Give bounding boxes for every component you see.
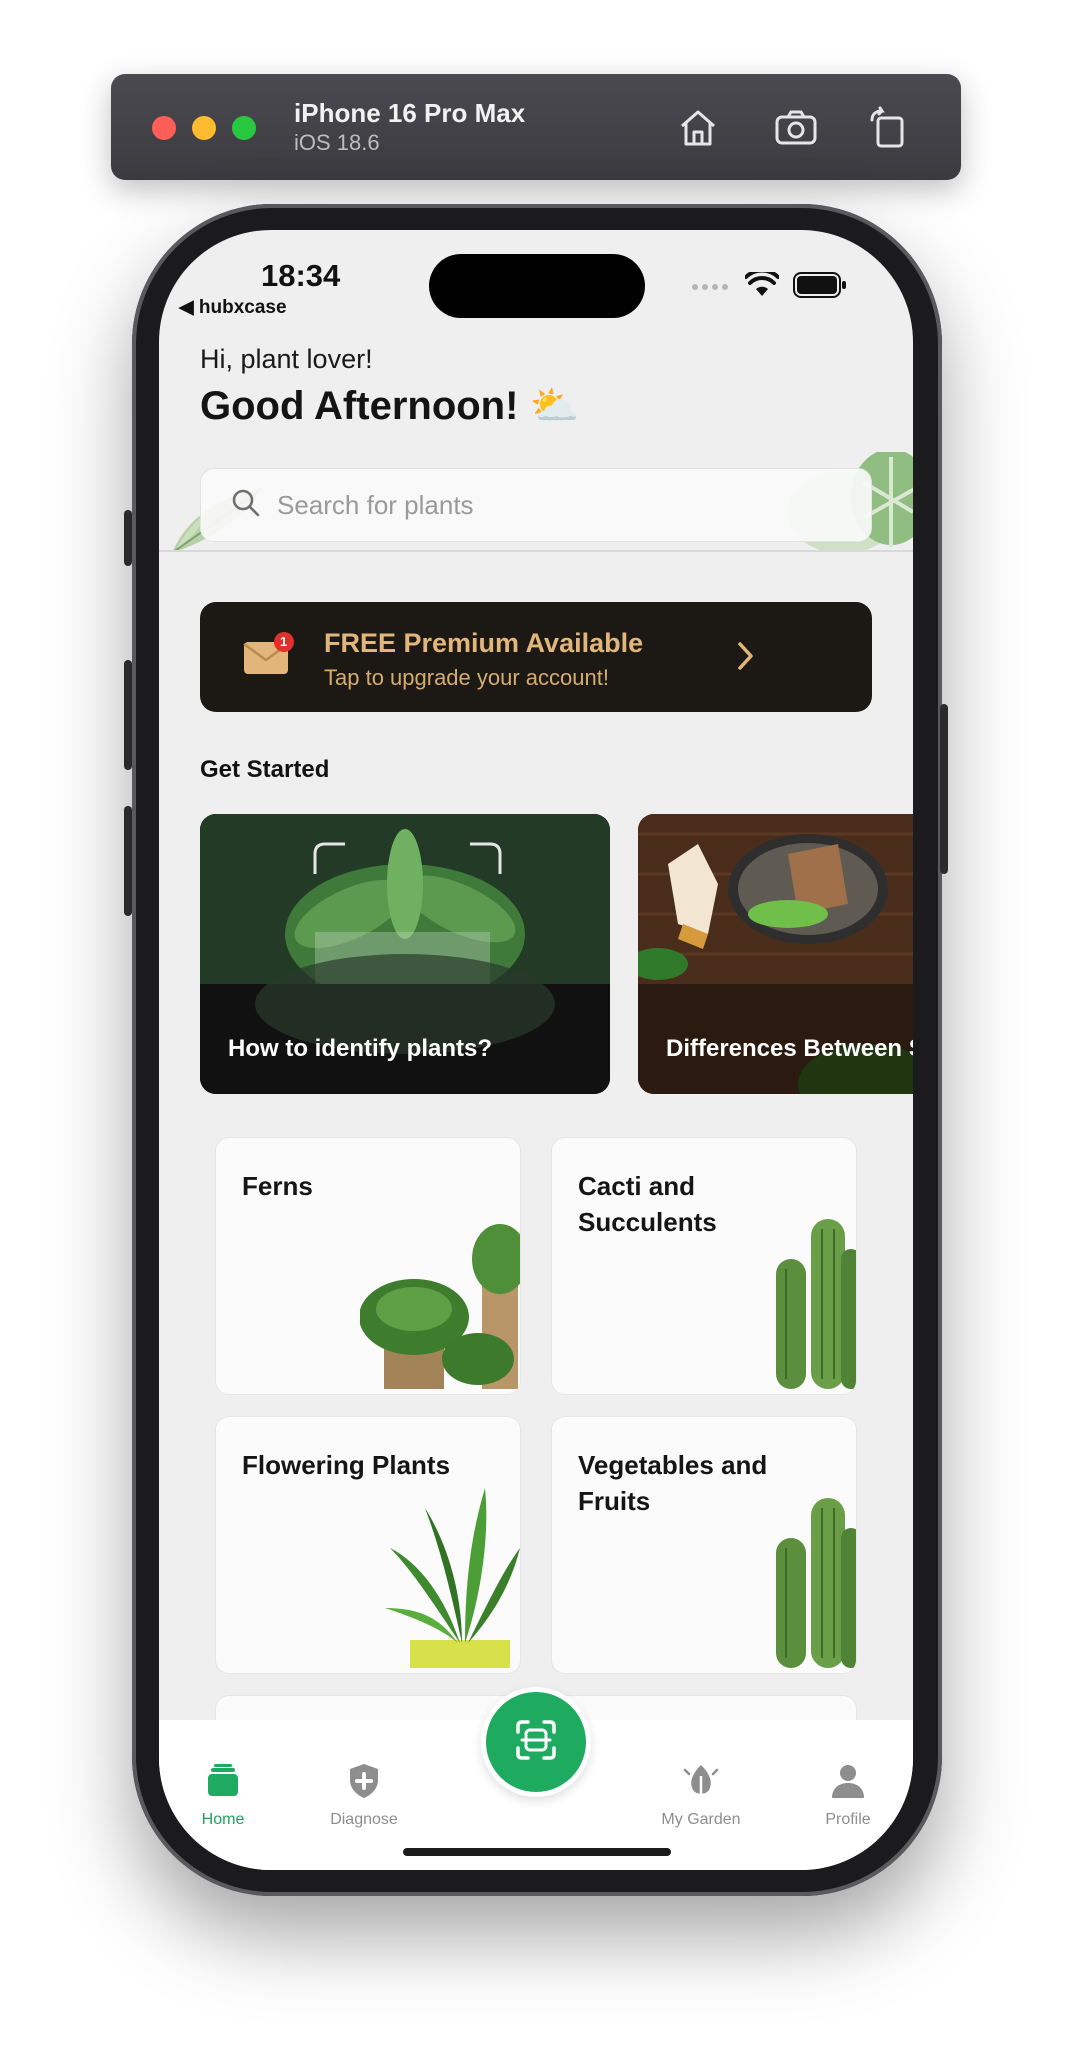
power-button (940, 704, 948, 874)
potted-ferns-icon (359, 1199, 520, 1394)
dynamic-island (429, 254, 645, 318)
tab-diagnose[interactable]: Diagnose (304, 1762, 424, 1829)
tab-profile[interactable]: Profile (788, 1762, 908, 1829)
notification-count: 1 (280, 634, 288, 649)
wifi-icon (744, 268, 780, 303)
scan-icon (514, 1718, 558, 1767)
tab-label: Profile (825, 1811, 871, 1828)
home-icon (204, 1764, 242, 1804)
status-icons (691, 268, 847, 303)
category-card-cacti[interactable]: Cacti and Succulents (551, 1137, 857, 1395)
get-started-heading: Get Started (200, 756, 330, 783)
volume-down-button (124, 806, 132, 916)
search-input[interactable] (277, 489, 837, 521)
scan-plant-button[interactable] (481, 1687, 591, 1797)
page-title: Good Afternoon! ⛅ (200, 384, 580, 428)
premium-title: FREE Premium Available (324, 628, 644, 658)
greeting-text: Hi, plant lover! (200, 344, 373, 374)
home-icon[interactable] (674, 104, 722, 152)
signal-dots-icon (691, 279, 731, 297)
search-bar[interactable] (200, 468, 872, 542)
zoom-window-button[interactable] (232, 116, 256, 140)
guide-label-species: Differences Between Species and Varietie… (666, 1035, 913, 1062)
tab-home[interactable]: Home (163, 1762, 283, 1829)
tab-label: Diagnose (330, 1811, 398, 1828)
phone-screen: 18:34 ◀ hubxcase Hi, plant lover! Good A… (159, 230, 913, 1870)
guide-label-identify: How to identify plants? (228, 1035, 492, 1062)
simulator-os-version: iOS 18.6 (294, 130, 380, 155)
battery-icon (793, 272, 847, 303)
leaf-icon (682, 1765, 720, 1804)
category-card-vegetables[interactable]: Vegetables and Fruits (551, 1416, 857, 1674)
person-icon (829, 1765, 867, 1804)
premium-subtitle: Tap to upgrade your account! (324, 665, 609, 690)
rotate-icon[interactable] (864, 104, 912, 152)
guide-card-identify[interactable]: How to identify plants? (200, 814, 610, 1094)
home-indicator[interactable] (403, 1848, 671, 1856)
cactus-icon (756, 1209, 856, 1394)
cactus-icon (756, 1488, 856, 1673)
mail-badge-icon: 1 (240, 630, 298, 685)
close-window-button[interactable] (152, 116, 176, 140)
category-card-ferns[interactable]: Ferns (215, 1137, 521, 1395)
back-to-app-link[interactable]: ◀ hubxcase (179, 296, 287, 319)
volume-up-button (124, 660, 132, 770)
screenshot-icon[interactable] (772, 104, 820, 152)
shield-plus-icon (345, 1764, 383, 1804)
premium-banner[interactable]: 1 FREE Premium Available Tap to upgrade … (200, 602, 872, 712)
status-time: 18:34 (261, 258, 341, 293)
action-button (124, 510, 132, 566)
minimize-window-button[interactable] (192, 116, 216, 140)
category-card-flowering[interactable]: Flowering Plants (215, 1416, 521, 1674)
tab-my-garden[interactable]: My Garden (641, 1762, 761, 1829)
search-icon (231, 488, 261, 523)
chevron-right-icon (736, 638, 756, 679)
tab-label: Home (201, 1811, 245, 1828)
guide-card-species[interactable]: Differences Between Species and Varietie… (638, 814, 913, 1094)
leafy-plant-icon (370, 1468, 520, 1673)
tab-label: My Garden (661, 1811, 741, 1828)
simulator-device-name: iPhone 16 Pro Max (294, 98, 526, 128)
